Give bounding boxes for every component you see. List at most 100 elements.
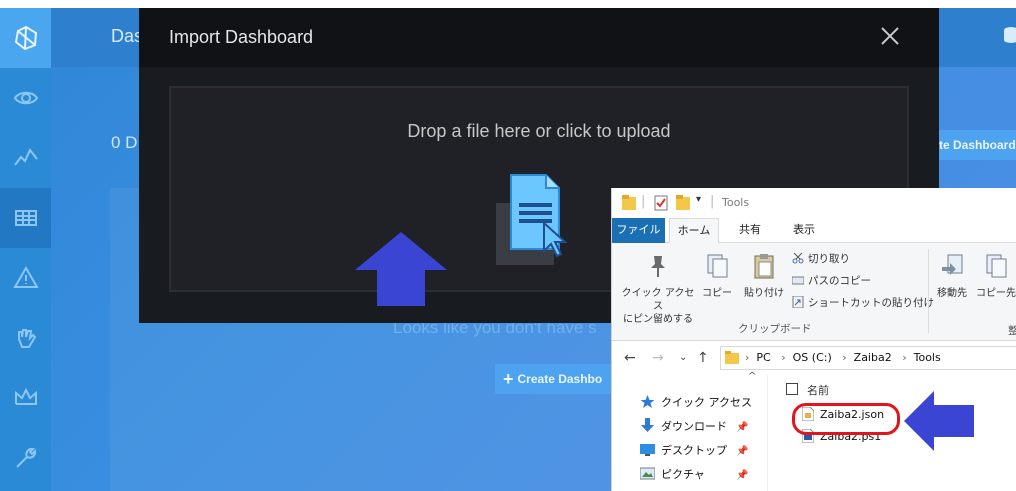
address-bar[interactable]: › PC › OS (C:) › Zaiba2 › Tools	[720, 346, 1016, 370]
pin-icon: 📌	[736, 422, 749, 433]
copy-path-label: パスのコピー	[808, 275, 871, 287]
nav-item-desktop[interactable]: デスクトップ	[640, 440, 727, 462]
copy-to-label: コピー先	[976, 288, 1016, 299]
nav-item-label: クイック アクセス	[661, 396, 752, 409]
create-dashboard-button[interactable]: + Create Dashbo	[495, 364, 625, 394]
tab-file[interactable]: ファイル	[612, 218, 665, 243]
sidebar	[0, 8, 51, 491]
paste-shortcut-button[interactable]: ショートカットの貼り付け	[792, 295, 934, 310]
nav-item-label: ダウンロード	[661, 420, 727, 433]
dropzone-text: Drop a file here or click to upload	[407, 121, 671, 141]
paste-shortcut-label: ショートカットの貼り付け	[808, 297, 934, 309]
annotation-arrow-up	[355, 232, 447, 306]
move-to-icon	[942, 254, 963, 275]
back-arrow-icon[interactable]: ←	[624, 350, 636, 366]
sidebar-item-activity[interactable]	[0, 128, 51, 188]
copy-button[interactable]: コピー	[702, 253, 732, 300]
sort-ascending-icon: ^	[748, 371, 757, 382]
recent-locations-icon[interactable]: ⌄	[679, 352, 687, 363]
paste-button[interactable]: 貼り付け	[740, 253, 788, 300]
scissors-icon	[792, 252, 804, 264]
select-all-checkbox[interactable]	[786, 383, 798, 395]
modal-title: Import Dashboard	[169, 27, 314, 47]
shortcut-icon	[792, 296, 804, 308]
close-icon[interactable]	[879, 25, 901, 47]
tab-home[interactable]: ホーム	[669, 218, 719, 244]
eye-icon	[13, 91, 38, 105]
sidebar-item-view[interactable]	[0, 68, 51, 128]
pictures-icon	[640, 467, 655, 480]
pin-icon: 📌	[736, 470, 749, 481]
nav-item-downloads[interactable]: ダウンロード	[640, 416, 727, 438]
new-folder-icon[interactable]	[676, 195, 690, 211]
create-dashboard-label: Create Dashbo	[517, 372, 603, 386]
sidebar-item-settings[interactable]	[0, 428, 51, 488]
explorer-titlebar: | ▾ | Tools	[612, 188, 1016, 218]
breadcrumb-pc[interactable]: PC	[756, 351, 770, 364]
file-upload-icon	[496, 174, 568, 265]
pin-icon: 📌	[736, 446, 749, 457]
crown-icon	[14, 387, 37, 405]
breadcrumb: › PC › OS (C:) › Zaiba2 › Tools	[745, 351, 941, 364]
modal-header: Import Dashboard	[139, 8, 939, 67]
tab-view[interactable]: 表示	[784, 218, 824, 243]
copy-label: コピー	[702, 288, 732, 299]
pin-icon	[651, 256, 665, 277]
pane-divider[interactable]	[767, 375, 768, 491]
column-header-name[interactable]: 名前	[807, 382, 829, 398]
sidebar-item-alerts[interactable]	[0, 248, 51, 308]
table-icon	[14, 210, 37, 226]
navigation-pane: クイック アクセス ダウンロード 📌 デスクトップ 📌 ピクチャ 📌	[612, 375, 767, 491]
pin-quick-access-label: クイック アクセス にピン留めする	[621, 288, 695, 325]
alert-icon	[12, 266, 39, 288]
ribbon-tabs: ファイル ホーム 共有 表示	[612, 218, 1016, 244]
nav-item-quick-access[interactable]: クイック アクセス	[640, 392, 752, 414]
star-icon	[640, 395, 655, 408]
plus-icon: +	[503, 369, 514, 389]
tab-share[interactable]: 共有	[730, 218, 770, 243]
pin-quick-access-button[interactable]: クイック アクセス にピン留めする	[618, 253, 698, 326]
cut-label: 切り取り	[808, 253, 850, 265]
copy-path-button[interactable]: パスのコピー	[792, 273, 871, 288]
sidebar-item-dashboards[interactable]	[0, 188, 51, 248]
ribbon-home: クイック アクセス にピン留めする コピー 貼り付け 切り取り パスのコピー シ…	[612, 243, 1016, 341]
explorer-window-title: Tools	[722, 196, 750, 209]
move-to-label: 移動先	[937, 288, 967, 299]
dashboard-count: 0 D	[111, 133, 138, 152]
forward-arrow-icon[interactable]: →	[652, 350, 664, 366]
folder-icon	[725, 351, 739, 364]
folder-icon	[622, 195, 636, 210]
address-bar-row: ← → ⌄ ↑ › PC › OS (C:) › Zaiba2 › Tools	[612, 341, 1016, 375]
breadcrumb-drive[interactable]: OS (C:)	[793, 351, 832, 364]
create-dashboard-button-top[interactable]: te Dashboard	[935, 130, 1016, 160]
hand-icon	[17, 329, 36, 348]
copy-to-icon	[986, 254, 1007, 278]
sidebar-item-integrations[interactable]	[0, 308, 51, 368]
breadcrumb-tools[interactable]: Tools	[914, 351, 941, 364]
sidebar-item-premium[interactable]	[0, 368, 51, 428]
sidebar-logo[interactable]	[0, 8, 51, 68]
paste-label: 貼り付け	[744, 288, 784, 299]
clipboard-group-label: クリップボード	[738, 323, 812, 335]
cut-button[interactable]: 切り取り	[792, 251, 850, 266]
quick-access-dropdown-icon[interactable]: ▾	[696, 194, 701, 205]
nav-item-label: デスクトップ	[661, 444, 727, 457]
desktop-icon	[640, 444, 655, 456]
logo-icon	[14, 25, 37, 51]
activity-icon	[13, 148, 38, 166]
breadcrumb-zaiba2[interactable]: Zaiba2	[854, 351, 892, 364]
properties-icon[interactable]	[654, 195, 668, 211]
file-highlight-circle	[792, 403, 900, 435]
database-icon[interactable]	[1002, 26, 1016, 44]
nav-item-pictures[interactable]: ピクチャ	[640, 464, 705, 486]
wrench-icon	[15, 447, 36, 468]
move-to-button[interactable]: 移動先	[932, 253, 972, 300]
organize-group-label: 整	[1008, 323, 1016, 338]
copy-to-button[interactable]: コピー先	[976, 253, 1016, 300]
paste-icon	[754, 254, 774, 279]
annotation-arrow-left	[904, 391, 974, 451]
ribbon-separator	[928, 249, 929, 333]
up-arrow-icon[interactable]: ↑	[697, 350, 709, 366]
nav-item-label: ピクチャ	[661, 468, 705, 481]
copy-path-icon	[792, 276, 804, 285]
